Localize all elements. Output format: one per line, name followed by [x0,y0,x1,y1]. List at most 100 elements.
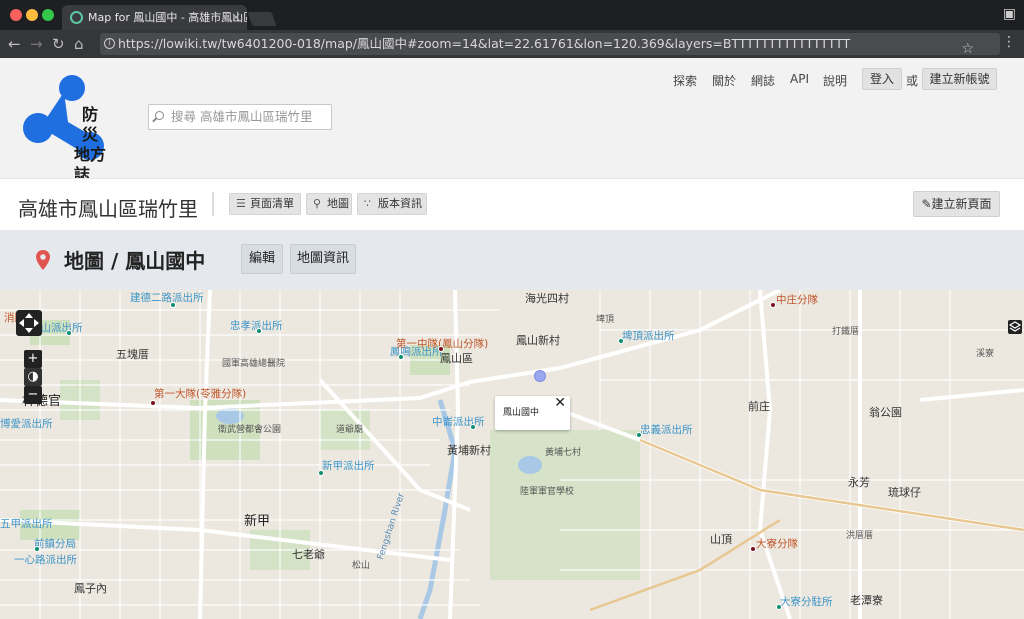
map-label-army-school: 陸軍軍官學校 [520,487,575,497]
page-title: 高雄市鳳山區瑞竹里 [18,197,198,221]
police-marker[interactable] [470,424,476,430]
map-info-button[interactable]: 地圖資訊 [290,244,356,274]
police-label-5[interactable]: 博愛派出所 [0,416,53,431]
nav-blog[interactable]: 網誌 [751,72,775,89]
map-label-liuqiuzi: 琉球仔 [888,486,921,499]
nav-help[interactable]: 說明 [823,72,847,89]
fire-station-label-4[interactable]: 大寮分隊 [756,536,798,551]
nav-about[interactable]: 關於 [712,72,736,89]
map-button[interactable]: ⚲ 地圖 [306,193,352,215]
history-label: 版本資訊 [378,197,422,210]
new-page-button[interactable]: ✎建立新頁面 [913,191,1000,217]
police-label-8[interactable]: 五甲派出所 [0,516,53,531]
reload-icon[interactable]: ↻ [52,35,65,53]
police-marker[interactable] [318,470,324,476]
pan-arrows-icon [19,313,39,333]
browser-tab[interactable]: Map for 鳳山國中 - 高雄市鳳山區 × [62,5,247,30]
police-marker[interactable] [618,338,624,344]
police-label-13[interactable]: 大寮分駐所 [780,594,833,609]
layers-toggle-button[interactable] [1008,320,1022,334]
history-button[interactable]: ∵ 版本資訊 [357,193,427,215]
map-label-yongfang: 永芳 [848,476,870,489]
search-icon [155,111,164,120]
map-label-haiguang: 海光四村 [525,292,569,305]
register-button[interactable]: 建立新帳號 [922,68,997,90]
forward-icon[interactable]: → [30,35,43,53]
site-header: 防災 地方誌 搜尋 高雄市鳳山區瑞竹里 探索 關於 網誌 API 說明 登入 或… [0,58,1024,184]
map-label-bei: 埤頂 [596,315,615,325]
zoom-out-button[interactable]: − [24,386,42,404]
edit-button[interactable]: 編輯 [241,244,283,274]
police-label-6[interactable]: 中崙派出所 [432,414,485,429]
police-label-1[interactable]: 建德二路派出所 [130,290,204,305]
map-pin-icon: ⚲ [313,197,322,210]
police-marker[interactable] [256,328,262,334]
login-button[interactable]: 登入 [862,68,902,90]
popup-title: 鳳山國中 [503,408,540,418]
map-label-qiaoshe: 七老爺 [292,548,325,561]
search-input[interactable]: 搜尋 高雄市鳳山區瑞竹里 [148,104,332,130]
map-popup: 鳳山國中 ✕ [495,395,570,430]
new-tab-button[interactable] [247,12,277,26]
zoom-world-button[interactable]: ◑ [24,368,42,386]
pan-control[interactable] [16,310,42,336]
zoom-in-button[interactable]: + [24,350,42,368]
fire-station-label-2[interactable]: 第一大隊(苓雅分隊) [154,386,246,401]
location-pin-icon [36,250,50,270]
map-label: 地圖 [327,197,349,210]
police-marker[interactable] [398,354,404,360]
police-marker[interactable] [66,330,72,336]
fire-station-marker[interactable] [750,546,756,552]
search-placeholder: 搜尋 高雄市鳳山區瑞竹里 [171,109,313,124]
selected-location-marker[interactable] [534,370,546,382]
new-page-label: 建立新頁面 [931,197,992,211]
police-marker[interactable] [170,302,176,308]
site-logo[interactable]: 防災 地方誌 [22,72,112,184]
fire-station-marker[interactable] [438,346,444,352]
map-label-qianzhuang: 前庄 [748,400,770,413]
close-window-button[interactable] [10,9,22,21]
page-list-label: 頁面清單 [250,197,294,210]
page-list-button[interactable]: ☰ 頁面清單 [229,193,301,215]
address-bar[interactable]: i https://lowiki.tw/tw6401200-018/map/鳳山… [100,33,1000,55]
url-text: https://lowiki.tw/tw6401200-018/map/鳳山國中… [118,36,851,51]
police-label-12[interactable]: 忠義派出所 [640,422,693,437]
maximize-window-button[interactable] [42,9,54,21]
police-label-7[interactable]: 新甲派出所 [322,458,375,473]
police-label-9[interactable]: 前鎮分局 [34,536,76,551]
back-icon[interactable]: ← [8,35,21,53]
fire-station-marker[interactable] [770,302,776,308]
nav-explore[interactable]: 探索 [673,72,697,89]
map-label-hospital: 國軍高雄總醫院 [222,359,286,369]
map-label-laotan: 老潭寮 [850,594,883,607]
map-label-songshan: 松山 [352,561,371,571]
rss-icon: ∵ [364,197,371,210]
tab-close-button[interactable]: × [231,5,241,30]
browser-menu-icon[interactable]: ⋮ [1002,34,1016,50]
popup-close-button[interactable]: ✕ [554,386,566,420]
map-label-wukuai: 五塊厝 [116,348,149,361]
nav-api[interactable]: API [790,72,809,86]
police-label-10[interactable]: 一心路派出所 [14,552,77,567]
fire-station-marker[interactable] [150,400,156,406]
map-label-shanding: 山頂 [710,533,732,546]
layers-icon [1008,321,1022,332]
police-label-11[interactable]: 埤頂派出所 [622,328,675,343]
map-label-xiding: 溪寮 [976,349,995,359]
bookmark-star-icon[interactable]: ☆ [961,38,974,55]
globe-icon: ◑ [27,369,39,384]
police-marker[interactable] [776,604,782,610]
tab-title: Map for 鳳山國中 - 高雄市鳳山區 [88,11,247,24]
police-marker[interactable] [636,432,642,438]
map-canvas[interactable]: 海光四村 鳳山新村 鳳山區 黃埔新村 黃埔七村 新甲 七老爺 前庄 翁公園 永芳… [0,290,1024,619]
police-marker[interactable] [34,546,40,552]
map-tiles [0,290,1024,619]
fire-station-label-3[interactable]: 中庄分隊 [776,292,818,307]
page-title-bar: 高雄市鳳山區瑞竹里 ☰ 頁面清單 ⚲ 地圖 ∵ 版本資訊 ✎建立新頁面 [0,178,1024,230]
info-icon[interactable]: i [104,38,115,49]
incognito-icon: ▣ [1002,6,1016,22]
map-label-fengshan-district: 鳳山區 [440,352,473,365]
home-icon[interactable]: ⌂ [74,35,84,53]
map-label-wenggong: 翁公園 [869,406,902,419]
minimize-window-button[interactable] [26,9,38,21]
